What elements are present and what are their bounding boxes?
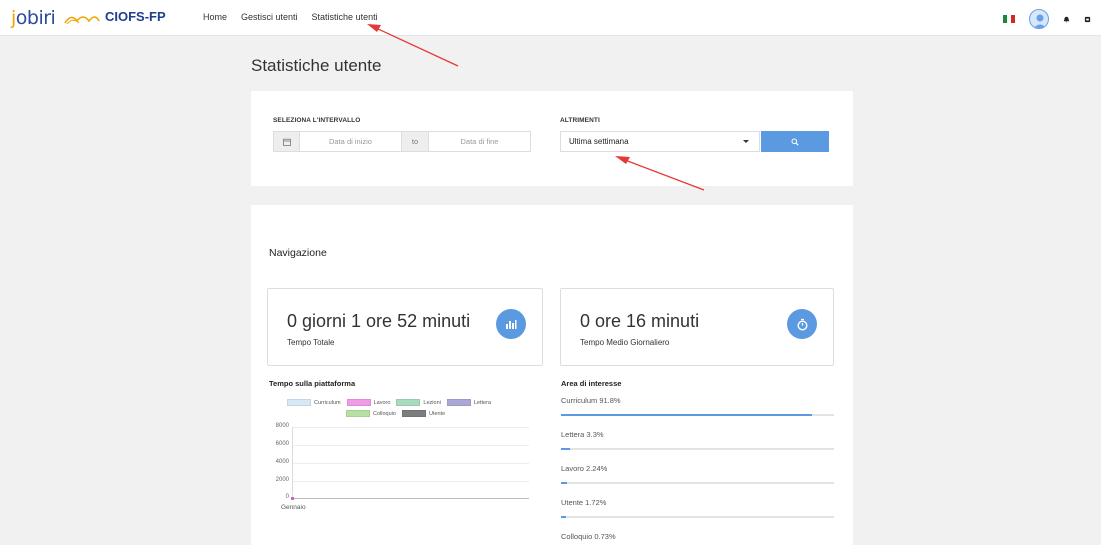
ciofs-rays-icon xyxy=(64,16,100,25)
alternative-label: ALTRIMENTI xyxy=(560,117,600,124)
x-tick-label: Gennaio xyxy=(281,504,306,511)
interest-label: Lettera 3.3% xyxy=(561,430,604,439)
interest-label: Lavoro 2.24% xyxy=(561,464,608,473)
legend-label-lettera[interactable]: Lettera xyxy=(474,400,491,406)
interest-item: Utente 1.72% xyxy=(561,498,834,518)
progress-track xyxy=(561,448,834,450)
interest-label: Utente 1.72% xyxy=(561,498,607,507)
stopwatch-icon xyxy=(787,309,817,339)
top-navbar: jobiri CIOFS-FP Home Gestisci utenti Sta… xyxy=(0,0,1101,36)
bell-icon[interactable] xyxy=(1063,16,1070,23)
progress-fill xyxy=(561,414,812,416)
filter-card: SELEZIONA L'INTERVALLO Data di inizio to… xyxy=(251,91,853,186)
legend-row-1: Curriculum Lavoro Lezioni Lettera xyxy=(287,399,491,406)
chart-point xyxy=(290,496,294,500)
logout-icon[interactable] xyxy=(1084,16,1091,23)
period-select-value: Ultima settimana xyxy=(569,137,629,146)
progress-track xyxy=(561,414,834,416)
y-tick-label: 8000 xyxy=(275,423,289,429)
y-tick-label: 0 xyxy=(285,494,289,500)
grid-line xyxy=(292,445,529,446)
legend-label-colloquio[interactable]: Colloquio xyxy=(373,411,396,417)
navigation-title: Navigazione xyxy=(269,247,327,259)
interest-item: Colloquio 0.73% xyxy=(561,532,834,541)
interest-item: Lavoro 2.24% xyxy=(561,464,834,484)
legend-row-2: Colloquio Utente xyxy=(346,410,445,417)
legend-swatch-lezioni xyxy=(396,399,421,406)
calendar-icon[interactable] xyxy=(274,132,300,151)
legend-swatch-colloquio xyxy=(346,410,370,417)
progress-fill xyxy=(561,448,570,450)
total-time-label: Tempo Totale xyxy=(287,338,335,347)
y-axis xyxy=(292,427,293,499)
avg-time-box: 0 ore 16 minuti Tempo Medio Giornaliero xyxy=(560,288,834,366)
interest-title: Area di interesse xyxy=(561,379,622,388)
legend-swatch-lettera xyxy=(446,399,471,406)
legend-label-lezioni[interactable]: Lezioni xyxy=(423,400,440,406)
grid-line xyxy=(292,481,529,482)
jobiri-logo[interactable]: jobiri xyxy=(11,7,56,29)
avg-time-value: 0 ore 16 minuti xyxy=(580,311,700,331)
main-nav: Home Gestisci utenti Statistiche utenti xyxy=(203,12,378,22)
total-time-value: 0 giorni 1 ore 52 minuti xyxy=(287,311,471,331)
progress-track xyxy=(561,482,834,484)
chart-title: Tempo sulla piattaforma xyxy=(269,379,356,388)
progress-fill xyxy=(561,516,566,518)
y-tick-label: 2000 xyxy=(275,477,289,483)
start-date-field[interactable]: Data di inizio xyxy=(300,132,401,151)
chevron-down-icon xyxy=(743,140,749,143)
nav-gestisci-utenti[interactable]: Gestisci utenti xyxy=(241,12,298,22)
end-date-field[interactable]: Data di fine xyxy=(429,132,530,151)
legend-swatch-curriculum xyxy=(287,399,311,406)
interval-label: SELEZIONA L'INTERVALLO xyxy=(273,117,361,124)
interest-item: Curriculum 91.8% xyxy=(561,396,834,416)
user-avatar-icon[interactable] xyxy=(1029,9,1049,29)
x-axis xyxy=(292,498,529,499)
ciofs-logo-text: CIOFS-FP xyxy=(105,9,166,24)
y-tick-label: 6000 xyxy=(275,441,289,447)
legend-label-utente[interactable]: Utente xyxy=(429,411,445,417)
legend-swatch-utente xyxy=(401,410,426,417)
total-time-box: 0 giorni 1 ore 52 minuti Tempo Totale xyxy=(267,288,543,366)
stats-card: Navigazione 0 giorni 1 ore 52 minuti Tem… xyxy=(251,205,853,545)
nav-statistiche-utenti[interactable]: Statistiche utenti xyxy=(312,12,378,22)
legend-swatch-lavoro xyxy=(346,399,371,406)
legend-label-curriculum[interactable]: Curriculum xyxy=(314,400,341,406)
bar-chart-icon xyxy=(496,309,526,339)
interest-item: Lettera 3.3% xyxy=(561,430,834,450)
interest-label: Curriculum 91.8% xyxy=(561,396,621,405)
page-title: Statistiche utente xyxy=(251,56,382,75)
period-select[interactable]: Ultima settimana xyxy=(560,131,760,152)
navbar-actions xyxy=(1003,9,1091,29)
legend-label-lavoro[interactable]: Lavoro xyxy=(374,400,391,406)
interest-label: Colloquio 0.73% xyxy=(561,532,616,541)
italian-flag-icon[interactable] xyxy=(1003,15,1015,23)
progress-track xyxy=(561,516,834,518)
grid-line xyxy=(292,463,529,464)
nav-home[interactable]: Home xyxy=(203,12,227,22)
search-icon xyxy=(791,138,799,146)
date-separator: to xyxy=(401,132,429,151)
y-tick-label: 4000 xyxy=(275,459,289,465)
date-range-input: Data di inizio to Data di fine xyxy=(273,131,531,152)
search-button[interactable] xyxy=(761,131,829,152)
avg-time-label: Tempo Medio Giornaliero xyxy=(580,338,670,347)
grid-line xyxy=(292,427,529,428)
progress-fill xyxy=(561,482,568,484)
